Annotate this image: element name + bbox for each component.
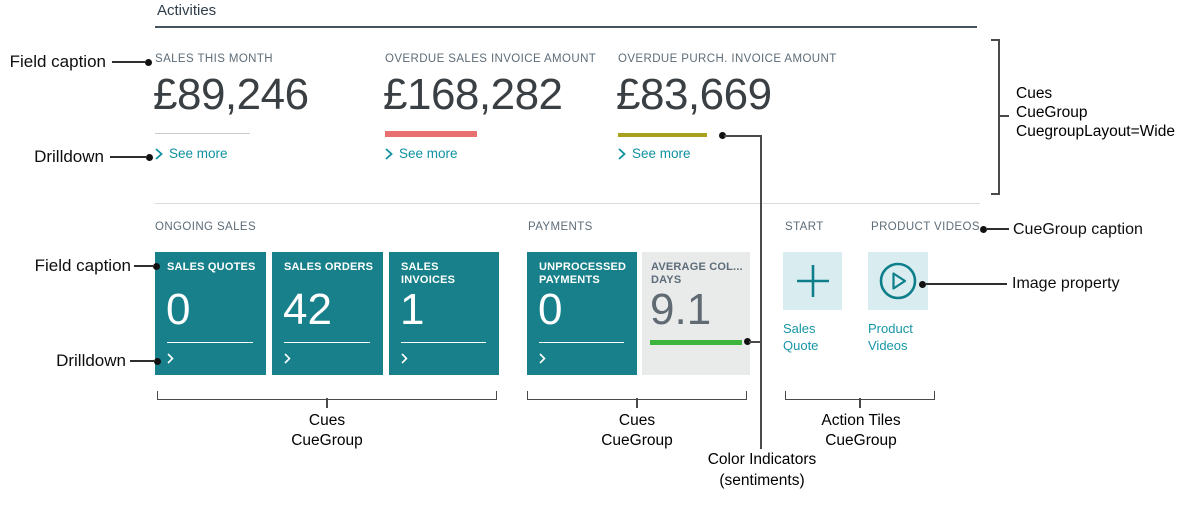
see-more-label: See more bbox=[632, 146, 691, 161]
chevron-right-icon bbox=[618, 147, 626, 160]
cue-field-caption: SALES THIS MONTH bbox=[155, 53, 274, 65]
cue-tile-unprocessed-payments[interactable]: UNPROCESSED PAYMENTS 0 bbox=[527, 252, 637, 375]
annotation-pointer-line bbox=[130, 357, 161, 365]
annotation-cuegroup-caption: CueGroup caption bbox=[1013, 221, 1143, 238]
tile-value: 9.1 bbox=[650, 285, 712, 334]
cue-field-caption: OVERDUE SALES INVOICE AMOUNT bbox=[385, 53, 597, 65]
see-more-label: See more bbox=[399, 146, 458, 161]
cue-tile-sales-invoices[interactable]: SALES INVOICES 1 bbox=[389, 252, 499, 375]
tile-rule bbox=[539, 342, 624, 343]
connector-line bbox=[724, 135, 762, 137]
cue-field-caption: OVERDUE PURCH. INVOICE AMOUNT bbox=[618, 53, 837, 65]
action-tile-sales-quote[interactable] bbox=[783, 252, 842, 310]
annotation-pointer-line bbox=[980, 225, 1009, 233]
tile-field-caption: SALES INVOICES bbox=[401, 261, 456, 286]
see-more-link[interactable]: See more bbox=[155, 146, 228, 161]
tile-field-caption: UNPROCESSED PAYMENTS bbox=[539, 261, 627, 286]
cuegroup-caption-product-videos: PRODUCT VIDEOS bbox=[871, 221, 980, 233]
connector-line bbox=[760, 135, 762, 449]
color-indicator-unfavorable bbox=[385, 131, 477, 137]
cuegroup-caption-ongoing-sales: ONGOING SALES bbox=[155, 221, 257, 233]
see-more-label: See more bbox=[169, 146, 228, 161]
section-divider bbox=[155, 203, 980, 204]
cue-sales-this-month: SALES THIS MONTH £89,246 See more bbox=[153, 53, 387, 175]
annotation-cues-cuegroup-wide: Cues CueGroup CuegroupLayout=Wide bbox=[1016, 85, 1175, 140]
cuegroup-caption-start: START bbox=[785, 221, 824, 233]
tile-field-caption: AVERAGE COL... DAYS bbox=[651, 261, 743, 286]
activities-part-screenshot: Activities SALES THIS MONTH £89,246 See … bbox=[0, 0, 1181, 509]
connector-line bbox=[749, 341, 762, 343]
annotation-pointer-line bbox=[110, 153, 153, 161]
bracket-ongoing-sales bbox=[157, 391, 497, 408]
chevron-right-icon bbox=[155, 147, 163, 160]
tile-field-caption: SALES ORDERS bbox=[284, 261, 374, 273]
annotation-action-tiles-cuegroup: Action Tiles CueGroup bbox=[821, 412, 901, 449]
page-title: Activities bbox=[157, 2, 217, 19]
cue-overdue-sales-invoice: OVERDUE SALES INVOICE AMOUNT £168,282 Se… bbox=[383, 53, 617, 175]
chevron-right-icon bbox=[539, 353, 546, 364]
cue-tile-sales-orders[interactable]: SALES ORDERS 42 bbox=[272, 252, 383, 375]
annotation-drilldown: Drilldown bbox=[56, 351, 126, 370]
annotation-field-caption: Field caption bbox=[9, 52, 106, 71]
cue-tile-sales-quotes[interactable]: SALES QUOTES 0 bbox=[155, 252, 266, 375]
plus-icon bbox=[794, 262, 832, 300]
bracket-action-tiles bbox=[785, 391, 935, 408]
cue-tile-average-collection-days[interactable]: AVERAGE COL... DAYS 9.1 bbox=[642, 252, 750, 375]
action-label-sales-quote[interactable]: Sales Quote bbox=[783, 320, 841, 354]
tile-rule bbox=[401, 342, 486, 343]
action-label-product-videos[interactable]: Product Videos bbox=[868, 320, 926, 354]
see-more-link[interactable]: See more bbox=[618, 146, 691, 161]
chevron-right-icon bbox=[284, 353, 291, 364]
color-indicator-neutral bbox=[155, 133, 250, 134]
color-indicator-positive bbox=[650, 340, 742, 345]
cue-overdue-purch-invoice: OVERDUE PURCH. INVOICE AMOUNT £83,669 Se… bbox=[616, 53, 850, 175]
cue-value: £168,282 bbox=[383, 70, 563, 119]
annotation-image-property: Image property bbox=[1012, 275, 1120, 292]
play-circle-icon bbox=[877, 260, 919, 302]
annotation-cues-cuegroup: Cues CueGroup bbox=[601, 412, 673, 449]
tile-value: 0 bbox=[538, 285, 563, 334]
color-indicator-ambiguous bbox=[618, 133, 707, 137]
cuegroup-caption-payments: PAYMENTS bbox=[528, 221, 593, 233]
annotation-pointer-line bbox=[112, 58, 152, 66]
chevron-right-icon bbox=[385, 147, 393, 160]
annotation-pointer-line bbox=[134, 262, 160, 270]
tile-field-caption: SALES QUOTES bbox=[167, 261, 256, 273]
annotation-field-caption: Field caption bbox=[34, 256, 131, 275]
tile-value: 0 bbox=[166, 285, 191, 334]
tile-rule bbox=[284, 342, 370, 343]
chevron-right-icon bbox=[401, 353, 408, 364]
tile-value: 1 bbox=[400, 285, 425, 334]
cue-value: £89,246 bbox=[153, 70, 309, 119]
annotation-pointer-line bbox=[919, 280, 1007, 288]
annotation-cues-cuegroup: Cues CueGroup bbox=[291, 412, 363, 449]
annotation-color-indicators: Color Indicators (sentiments) bbox=[707, 451, 817, 489]
bracket-payments bbox=[527, 391, 747, 408]
bracket-line bbox=[998, 39, 1000, 195]
see-more-link[interactable]: See more bbox=[385, 146, 458, 161]
header-divider bbox=[155, 26, 977, 28]
bracket-tick bbox=[991, 193, 999, 195]
annotation-drilldown: Drilldown bbox=[34, 147, 104, 166]
bracket-tick bbox=[1000, 115, 1009, 117]
tile-value: 42 bbox=[283, 285, 332, 334]
chevron-right-icon bbox=[167, 353, 174, 364]
cue-value: £83,669 bbox=[616, 70, 772, 119]
tile-rule bbox=[167, 342, 253, 343]
bracket-tick bbox=[991, 39, 999, 41]
action-tile-product-videos[interactable] bbox=[868, 252, 928, 310]
